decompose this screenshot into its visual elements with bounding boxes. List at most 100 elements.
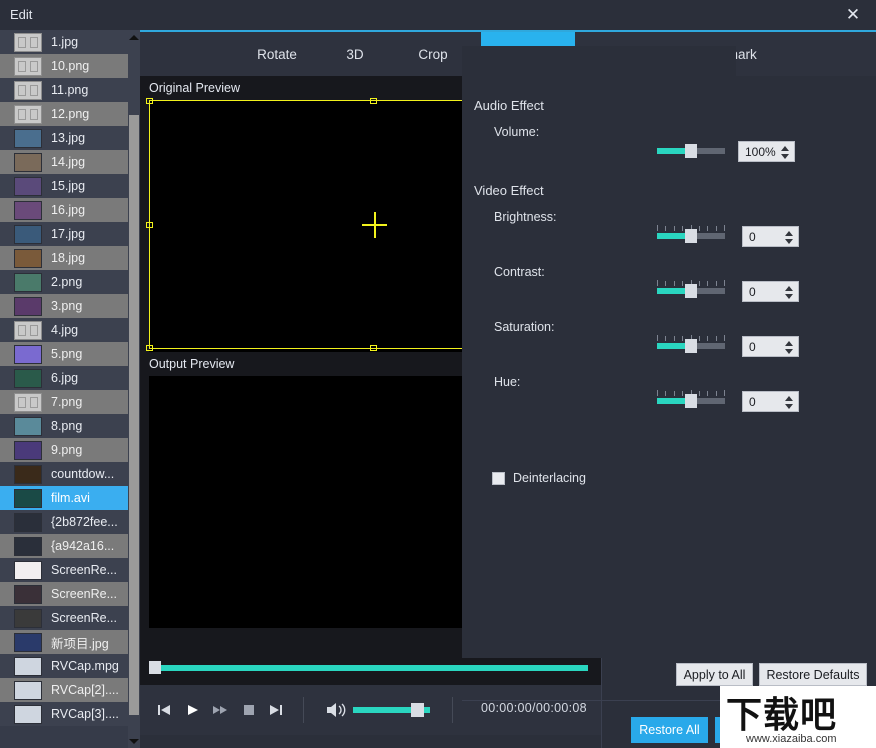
slider-saturation[interactable] — [657, 343, 725, 351]
play-icon[interactable] — [182, 700, 202, 720]
spinner-value: 0 — [749, 285, 756, 299]
file-thumbnail — [14, 345, 42, 364]
spinner-arrows[interactable] — [785, 231, 793, 244]
file-name-label: RVCap.mpg — [51, 659, 119, 673]
deinterlacing-row[interactable]: Deinterlacing — [492, 471, 586, 485]
file-list-item[interactable]: 14.jpg — [0, 150, 128, 174]
slider-contrast[interactable] — [657, 288, 725, 296]
file-placeholder-icon — [14, 33, 42, 52]
file-name-label: 10.png — [51, 59, 89, 73]
stop-icon[interactable] — [239, 700, 259, 720]
tab-crop[interactable]: Crop — [393, 32, 473, 76]
file-placeholder-icon — [14, 81, 42, 100]
file-list-panel[interactable]: 1.jpg 10.png 11.png 12.png 13.jpg14.jpg15.jp… — [0, 30, 140, 748]
slider-handle[interactable] — [685, 144, 697, 158]
file-list-item[interactable]: 8.png — [0, 414, 128, 438]
apply-to-all-button[interactable]: Apply to All — [676, 663, 753, 686]
file-list-scrollbar[interactable] — [128, 30, 140, 748]
file-list-item[interactable]: film.avi — [0, 486, 128, 510]
spinner-hue[interactable]: 0 — [742, 391, 799, 412]
crop-handle-bottom-left[interactable] — [146, 345, 153, 351]
file-list-item[interactable]: {a942a16... — [0, 534, 128, 558]
file-list-item[interactable]: 4.jpg — [0, 318, 128, 342]
file-list-item[interactable]: 1.jpg — [0, 30, 128, 54]
file-placeholder-icon — [14, 105, 42, 124]
skip-next-icon[interactable] — [266, 700, 286, 720]
file-list-item[interactable]: 10.png — [0, 54, 128, 78]
label-saturation: Saturation: — [494, 320, 554, 334]
deinterlacing-checkbox[interactable] — [492, 472, 505, 485]
file-list-item[interactable]: 11.png — [0, 78, 128, 102]
file-name-label: 18.jpg — [51, 251, 85, 265]
crop-handle-bottom-center[interactable] — [370, 345, 377, 351]
file-list-item[interactable]: RVCap[2].... — [0, 678, 128, 702]
file-list-item[interactable]: RVCap[3].... — [0, 702, 128, 726]
seek-track[interactable] — [151, 665, 588, 671]
file-thumbnail — [14, 465, 42, 484]
file-list-item[interactable]: {2b872fee... — [0, 510, 128, 534]
transport-controls: 00:00:00/00:00:08 — [140, 685, 601, 735]
file-thumbnail — [14, 537, 42, 556]
file-list-item[interactable]: 7.png — [0, 390, 128, 414]
seek-handle[interactable] — [149, 661, 161, 674]
spinner-contrast[interactable]: 0 — [742, 281, 799, 302]
slider-handle[interactable] — [685, 229, 697, 243]
file-list-item[interactable]: 15.jpg — [0, 174, 128, 198]
tab-3d[interactable]: 3D — [315, 32, 395, 76]
fast-forward-icon[interactable] — [210, 700, 230, 720]
spinner-brightness[interactable]: 0 — [742, 226, 799, 247]
scroll-up-button[interactable] — [128, 30, 140, 44]
file-name-label: 12.png — [51, 107, 89, 121]
volume-handle[interactable] — [411, 703, 424, 717]
spinner-arrows[interactable] — [785, 341, 793, 354]
original-preview-label: Original Preview — [149, 81, 240, 95]
crop-handle-top-center[interactable] — [370, 98, 377, 104]
file-list-item[interactable]: ScreenRe... — [0, 558, 128, 582]
file-list-item[interactable]: 17.jpg — [0, 222, 128, 246]
skip-previous-icon[interactable] — [154, 700, 174, 720]
file-thumbnail — [14, 489, 42, 508]
slider-hue[interactable] — [657, 398, 725, 406]
slider-handle[interactable] — [685, 394, 697, 408]
slider-brightness[interactable] — [657, 233, 725, 241]
restore-all-button[interactable]: Restore All — [631, 717, 708, 743]
file-list-item[interactable]: 新项目.jpg — [0, 630, 128, 654]
file-name-label: 16.jpg — [51, 203, 85, 217]
file-thumbnail — [14, 561, 42, 580]
close-icon[interactable]: ✕ — [840, 4, 866, 26]
spinner-volume[interactable]: 100% — [738, 141, 795, 162]
triangle-up-icon — [129, 35, 139, 40]
file-list-item[interactable]: ScreenRe... — [0, 582, 128, 606]
file-list-item[interactable]: 2.png — [0, 270, 128, 294]
file-list-item[interactable]: 5.png — [0, 342, 128, 366]
file-thumbnail — [14, 249, 42, 268]
file-list[interactable]: 1.jpg 10.png 11.png 12.png 13.jpg14.jpg15.jp… — [0, 30, 128, 726]
file-list-item[interactable]: 12.png — [0, 102, 128, 126]
file-list-item[interactable]: 6.jpg — [0, 366, 128, 390]
file-list-item[interactable]: 3.png — [0, 294, 128, 318]
file-name-label: 17.jpg — [51, 227, 85, 241]
spinner-arrows[interactable] — [785, 396, 793, 409]
file-list-item[interactable]: 9.png — [0, 438, 128, 462]
spinner-arrows[interactable] — [785, 286, 793, 299]
file-list-item[interactable]: 13.jpg — [0, 126, 128, 150]
slider-handle[interactable] — [685, 284, 697, 298]
file-name-label: 11.png — [51, 83, 88, 97]
slider-volume[interactable] — [657, 148, 725, 156]
crop-handle-middle-left[interactable] — [146, 222, 153, 228]
file-list-item[interactable]: RVCap.mpg — [0, 654, 128, 678]
speaker-icon[interactable] — [326, 701, 348, 719]
spinner-arrows[interactable] — [781, 146, 789, 159]
file-list-item[interactable]: ScreenRe... — [0, 606, 128, 630]
spinner-saturation[interactable]: 0 — [742, 336, 799, 357]
file-list-item[interactable]: 18.jpg — [0, 246, 128, 270]
scrollbar-thumb[interactable] — [129, 115, 139, 715]
scroll-down-button[interactable] — [128, 734, 140, 748]
crop-handle-top-left[interactable] — [146, 98, 153, 104]
slider-handle[interactable] — [685, 339, 697, 353]
file-name-label: 2.png — [51, 275, 82, 289]
file-list-item[interactable]: countdow... — [0, 462, 128, 486]
restore-defaults-button[interactable]: Restore Defaults — [759, 663, 867, 686]
site-watermark: 下载吧 www.xiazaiba.com — [720, 686, 876, 748]
file-list-item[interactable]: 16.jpg — [0, 198, 128, 222]
